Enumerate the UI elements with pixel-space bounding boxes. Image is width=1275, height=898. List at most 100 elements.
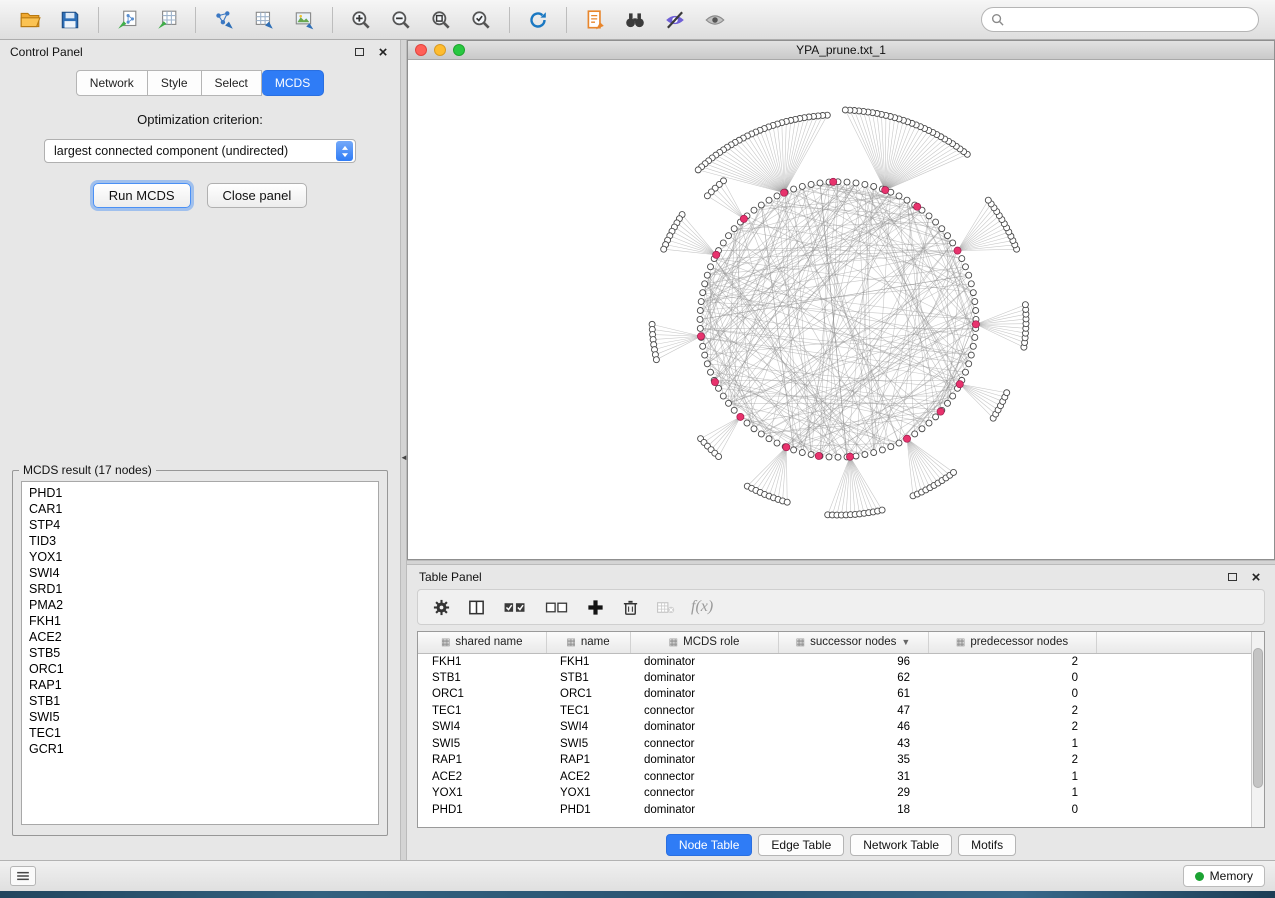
search-input[interactable]: [1010, 13, 1249, 27]
delete-table-button[interactable]: [656, 598, 675, 617]
table-cell: connector: [630, 736, 778, 753]
float-table-panel-button[interactable]: [1225, 570, 1239, 584]
tab-select[interactable]: Select: [202, 70, 262, 96]
mcds-result-item[interactable]: YOX1: [22, 549, 378, 565]
close-panel-button[interactable]: Close panel: [207, 183, 308, 208]
table-row[interactable]: YOX1YOX1connector291: [418, 785, 1251, 802]
tab-network-table[interactable]: Network Table: [850, 834, 952, 856]
scrollbar-thumb[interactable]: [1253, 648, 1263, 788]
import-table-button[interactable]: [149, 4, 185, 36]
tab-edge-table[interactable]: Edge Table: [758, 834, 844, 856]
search-box[interactable]: [981, 7, 1259, 32]
mcds-result-item[interactable]: SRD1: [22, 581, 378, 597]
mcds-result-item[interactable]: FKH1: [22, 613, 378, 629]
tab-mcds[interactable]: MCDS: [262, 70, 324, 96]
toggle-columns-button[interactable]: [467, 598, 486, 617]
table-scrollbar[interactable]: [1251, 632, 1264, 827]
zoom-in-button[interactable]: [343, 4, 379, 36]
table-cell-filler: [1096, 653, 1251, 670]
run-mcds-button[interactable]: Run MCDS: [93, 183, 191, 208]
zoom-in-icon: [350, 9, 372, 31]
mcds-result-item[interactable]: TEC1: [22, 725, 378, 741]
close-control-panel-button[interactable]: ×: [376, 45, 390, 59]
export-image-button[interactable]: [286, 4, 322, 36]
export-document-button[interactable]: [577, 4, 613, 36]
tab-motifs[interactable]: Motifs: [958, 834, 1016, 856]
table-cell-filler: [1096, 752, 1251, 769]
add-column-button[interactable]: [586, 598, 605, 617]
table-row[interactable]: SWI4SWI4dominator462: [418, 719, 1251, 736]
mcds-result-item[interactable]: GCR1: [22, 741, 378, 757]
mcds-result-item[interactable]: RAP1: [22, 677, 378, 693]
node-table-container: ▦shared name▦name▦MCDS role▦successor no…: [417, 631, 1265, 828]
mcds-result-item[interactable]: STP4: [22, 517, 378, 533]
table-row[interactable]: TEC1TEC1connector472: [418, 703, 1251, 720]
refresh-network-button[interactable]: [520, 4, 556, 36]
fx-icon: f(x): [691, 598, 713, 616]
table-row[interactable]: RAP1RAP1dominator352: [418, 752, 1251, 769]
table-panel-tabs: Node TableEdge Table Network Table Motifs: [407, 830, 1275, 860]
close-table-panel-button[interactable]: ×: [1249, 570, 1263, 584]
mcds-result-item[interactable]: TID3: [22, 533, 378, 549]
mcds-result-item[interactable]: ORC1: [22, 661, 378, 677]
open-session-button[interactable]: [12, 4, 48, 36]
float-panel-button[interactable]: [352, 45, 366, 59]
hide-selected-button[interactable]: [657, 4, 693, 36]
table-row[interactable]: ORC1ORC1dominator610: [418, 686, 1251, 703]
mcds-result-item[interactable]: PHD1: [22, 485, 378, 501]
table-row[interactable]: STB1STB1dominator620: [418, 670, 1251, 687]
table-header-row: ▦shared name▦name▦MCDS role▦successor no…: [418, 632, 1251, 653]
close-window-icon[interactable]: [415, 44, 427, 56]
function-builder-button[interactable]: f(x): [691, 598, 713, 616]
table-cell: dominator: [630, 653, 778, 670]
mcds-result-item[interactable]: SWI5: [22, 709, 378, 725]
table-row[interactable]: SWI5SWI5connector431: [418, 736, 1251, 753]
mcds-results-list[interactable]: PHD1CAR1STP4TID3YOX1SWI4SRD1PMA2FKH1ACE2…: [21, 481, 379, 825]
tab-network[interactable]: Network: [76, 70, 148, 96]
panels-menu-button[interactable]: [10, 866, 36, 886]
export-network-button[interactable]: [206, 4, 242, 36]
table-row[interactable]: FKH1FKH1dominator962: [418, 653, 1251, 670]
column-header-predecessor-nodes[interactable]: ▦predecessor nodes: [928, 632, 1096, 653]
tab-style[interactable]: Style: [148, 70, 202, 96]
tab-node-table[interactable]: Node Table: [666, 834, 753, 856]
import-network-button[interactable]: [109, 4, 145, 36]
column-header-shared-name[interactable]: ▦shared name: [418, 632, 546, 653]
mcds-result-item[interactable]: ACE2: [22, 629, 378, 645]
mcds-result-item[interactable]: STB5: [22, 645, 378, 661]
delete-column-button[interactable]: [621, 598, 640, 617]
network-window-titlebar[interactable]: YPA_prune.txt_1: [408, 41, 1274, 60]
network-canvas[interactable]: [408, 60, 1274, 559]
minimize-window-icon[interactable]: [434, 44, 446, 56]
mcds-results-legend: MCDS result (17 nodes): [19, 463, 156, 477]
column-header-MCDS-role[interactable]: ▦MCDS role: [630, 632, 778, 653]
search-network-button[interactable]: [617, 4, 653, 36]
network-graph[interactable]: [408, 60, 1274, 559]
table-row[interactable]: PHD1PHD1dominator180: [418, 802, 1251, 819]
save-session-button[interactable]: [52, 4, 88, 36]
memory-status-icon: [1195, 872, 1204, 881]
mcds-result-item[interactable]: SWI4: [22, 565, 378, 581]
table-cell-filler: [1096, 703, 1251, 720]
column-header-successor-nodes[interactable]: ▦successor nodes▼: [778, 632, 928, 653]
mcds-result-item[interactable]: STB1: [22, 693, 378, 709]
vertical-splitter[interactable]: ◄: [400, 40, 407, 860]
criterion-select[interactable]: largest connected component (undirected): [44, 139, 356, 163]
show-all-button[interactable]: [697, 4, 733, 36]
zoom-selected-button[interactable]: [463, 4, 499, 36]
zoom-out-button[interactable]: [383, 4, 419, 36]
mcds-result-item[interactable]: PMA2: [22, 597, 378, 613]
memory-button[interactable]: Memory: [1183, 865, 1265, 887]
column-attribute-icon: ▦: [566, 637, 575, 648]
zoom-fit-button[interactable]: [423, 4, 459, 36]
select-all-rows-button[interactable]: [502, 598, 528, 617]
deselect-all-rows-button[interactable]: [544, 598, 570, 617]
table-settings-button[interactable]: [432, 598, 451, 617]
criterion-select-value: largest connected component (undirected): [54, 144, 336, 158]
column-header-name[interactable]: ▦name: [546, 632, 630, 653]
collapse-panel-handle-icon[interactable]: ◄: [400, 454, 408, 462]
mcds-result-item[interactable]: CAR1: [22, 501, 378, 517]
table-row[interactable]: ACE2ACE2connector311: [418, 769, 1251, 786]
export-table-button[interactable]: [246, 4, 282, 36]
maximize-window-icon[interactable]: [453, 44, 465, 56]
